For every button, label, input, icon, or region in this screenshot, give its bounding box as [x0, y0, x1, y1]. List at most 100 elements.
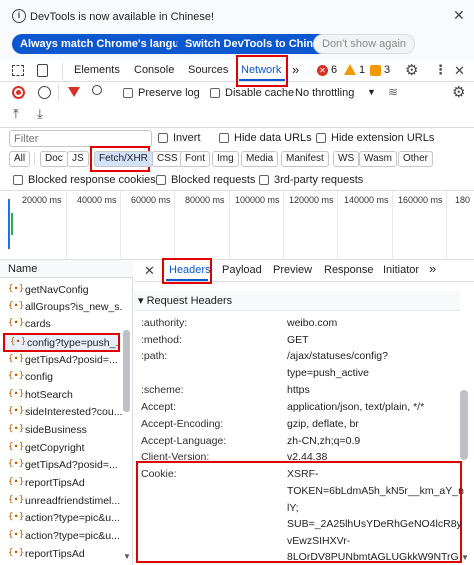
header-value: https — [287, 384, 310, 396]
list-item[interactable]: {∙} config — [0, 369, 122, 386]
type-filter-doc[interactable]: Doc — [40, 151, 68, 167]
list-item[interactable]: {∙} allGroups?is_new_s... — [0, 299, 122, 316]
list-item[interactable]: {∙} action?type=pic&u... — [0, 510, 122, 527]
list-item[interactable]: {∙} cards — [0, 316, 122, 333]
timeline-overview[interactable]: 20000 ms 40000 ms 60000 ms 80000 ms 1000… — [0, 190, 474, 260]
toolbar-divider — [62, 63, 63, 79]
type-filter-all[interactable]: All — [9, 151, 31, 167]
export-har-icon[interactable]: ⤓ — [37, 106, 43, 122]
xhr-icon: {∙} — [8, 406, 25, 416]
search-icon[interactable] — [92, 85, 102, 95]
timeline-request-bar — [11, 213, 13, 235]
more-options-icon[interactable]: ⋮ — [434, 62, 447, 78]
error-icon[interactable]: ✕ — [317, 65, 328, 76]
xhr-icon: {∙} — [8, 284, 25, 294]
request-list-header: Name — [0, 260, 133, 278]
close-icon[interactable]: ✕ — [453, 7, 465, 24]
request-headers-section[interactable]: ▾ Request Headers — [134, 291, 460, 311]
list-item[interactable]: {∙} getCopyright — [0, 440, 122, 457]
list-item[interactable]: {∙} reportTipsAd — [0, 475, 122, 492]
filter-input[interactable] — [9, 130, 152, 147]
disable-cache-checkbox[interactable] — [210, 88, 220, 101]
warning-icon[interactable] — [344, 64, 356, 75]
tab-network[interactable]: Network — [241, 64, 281, 76]
scroll-down-icon[interactable]: ▼ — [123, 552, 131, 561]
tab-initiator[interactable]: Initiator — [383, 264, 419, 276]
type-filter-js[interactable]: JS — [67, 151, 89, 167]
filter-icon[interactable] — [68, 87, 80, 97]
tab-sources[interactable]: Sources — [188, 64, 228, 76]
type-filter-other[interactable]: Other — [398, 151, 434, 167]
timeline-gridline — [392, 191, 393, 259]
hide-extension-urls-checkbox[interactable] — [316, 133, 326, 146]
request-list-scrollbar[interactable] — [123, 330, 130, 412]
type-filter-fetch-xhr[interactable]: Fetch/XHR — [94, 151, 153, 167]
type-filter-wasm[interactable]: Wasm — [359, 151, 397, 167]
tab-headers[interactable]: Headers — [169, 264, 211, 276]
blocked-cookies-checkbox[interactable] — [13, 175, 23, 188]
throttling-select[interactable]: No throttling — [295, 87, 354, 99]
devtools-toolbar: Elements Console Sources Network » ✕ 6 1… — [0, 55, 474, 87]
clear-icon[interactable] — [38, 86, 51, 99]
type-filter-font[interactable]: Font — [180, 151, 211, 167]
list-item[interactable]: {∙} action?type=pic&u... — [0, 528, 122, 545]
header-value: application/json, text/plain, */* — [287, 401, 425, 413]
device-toolbar-icon[interactable] — [37, 64, 48, 77]
header-value: /ajax/statuses/config? — [287, 350, 388, 362]
list-item[interactable]: {∙} sideInterested?cou... — [0, 404, 122, 421]
list-item[interactable]: {∙} hotSearch — [0, 387, 122, 404]
chip-divider — [34, 152, 35, 166]
list-item[interactable]: {∙} getTipsAd?posid=... — [0, 457, 122, 474]
list-item[interactable]: {∙} unreadfriendstimel... — [0, 493, 122, 510]
tab-payload[interactable]: Payload — [222, 264, 262, 276]
header-name: :scheme: — [141, 384, 184, 396]
tab-preview[interactable]: Preview — [273, 264, 312, 276]
import-har-icon[interactable]: ⤒ — [13, 106, 19, 122]
wifi-icon[interactable]: ≋ — [388, 85, 398, 99]
cookie-value-line: XSRF- — [287, 468, 319, 480]
more-tabs-button[interactable]: » — [292, 62, 299, 77]
tab-response[interactable]: Response — [324, 264, 374, 276]
issues-icon[interactable] — [370, 65, 381, 76]
xhr-icon: {∙} — [8, 424, 25, 434]
close-details-icon[interactable]: ✕ — [144, 263, 155, 279]
xhr-icon: {∙} — [8, 477, 25, 487]
list-item[interactable]: {∙} sideBusiness — [0, 422, 122, 439]
type-filter-media[interactable]: Media — [241, 151, 279, 167]
timeline-tick: 140000 ms — [344, 195, 389, 205]
close-devtools-icon[interactable]: ✕ — [454, 63, 465, 79]
invert-checkbox[interactable] — [158, 133, 168, 146]
tab-elements[interactable]: Elements — [74, 64, 120, 76]
tab-console[interactable]: Console — [134, 64, 174, 76]
timeline-gridline — [283, 191, 284, 259]
list-item[interactable]: {∙} getNavConfig — [0, 282, 122, 299]
record-icon[interactable] — [12, 86, 25, 99]
blocked-requests-checkbox[interactable] — [156, 175, 166, 188]
network-settings-gear-icon[interactable]: ⚙ — [452, 83, 465, 101]
type-filter-manifest[interactable]: Manifest — [281, 151, 329, 167]
list-item-selected[interactable]: {∙} config?type=push_... — [3, 333, 120, 352]
third-party-checkbox[interactable] — [259, 175, 269, 188]
preserve-log-label: Preserve log — [138, 87, 200, 99]
list-item[interactable]: {∙} getTipsAd?posid=... — [0, 352, 122, 369]
preserve-log-checkbox[interactable] — [123, 88, 133, 101]
timeline-tick: 180 — [455, 195, 471, 205]
xhr-icon: {∙} — [8, 371, 25, 381]
xhr-icon: {∙} — [8, 530, 25, 540]
hide-data-urls-checkbox[interactable] — [219, 133, 229, 146]
timeline-gridline — [174, 191, 175, 259]
more-details-tabs-button[interactable]: » — [429, 261, 436, 276]
type-filter-img[interactable]: Img — [212, 151, 239, 167]
timeline-tick: 40000 ms — [77, 195, 117, 205]
type-filter-css[interactable]: CSS — [152, 151, 183, 167]
xhr-icon: {∙} — [8, 548, 25, 558]
inspect-element-icon[interactable] — [12, 65, 24, 76]
dont-show-again-button[interactable]: Don't show again — [313, 34, 416, 54]
scroll-down-icon[interactable]: ▼ — [461, 553, 469, 562]
chevron-down-icon[interactable]: ▼ — [367, 87, 376, 97]
name-column-header[interactable]: Name — [8, 263, 37, 275]
list-item[interactable]: {∙} reportTipsAd — [0, 546, 122, 563]
settings-gear-icon[interactable]: ⚙ — [405, 61, 418, 79]
details-scrollbar[interactable] — [460, 390, 468, 460]
type-filter-ws[interactable]: WS — [333, 151, 360, 167]
